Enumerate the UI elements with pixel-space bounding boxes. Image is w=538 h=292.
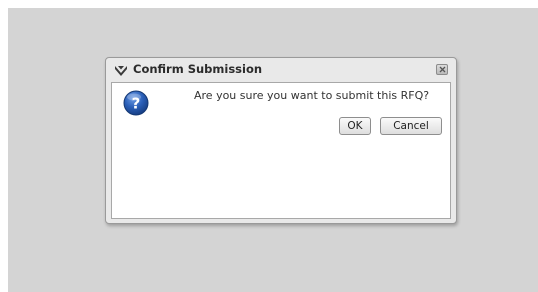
dialog-message: Are you sure you want to submit this RFQ… xyxy=(194,89,430,102)
dialog-title: Confirm Submission xyxy=(133,62,263,76)
cancel-button[interactable]: Cancel xyxy=(380,117,442,135)
confirm-dialog: Confirm Submission ? Are you sure you wa… xyxy=(105,57,457,224)
dialog-content: ? Are you sure you want to submit this R… xyxy=(111,82,451,219)
question-icon: ? xyxy=(123,90,149,116)
close-icon xyxy=(439,66,446,73)
close-button[interactable] xyxy=(436,64,448,75)
ok-button[interactable]: OK xyxy=(339,117,371,135)
svg-text:?: ? xyxy=(132,95,141,113)
chevron-logo-icon xyxy=(114,63,128,77)
dialog-titlebar[interactable]: Confirm Submission xyxy=(106,58,456,82)
